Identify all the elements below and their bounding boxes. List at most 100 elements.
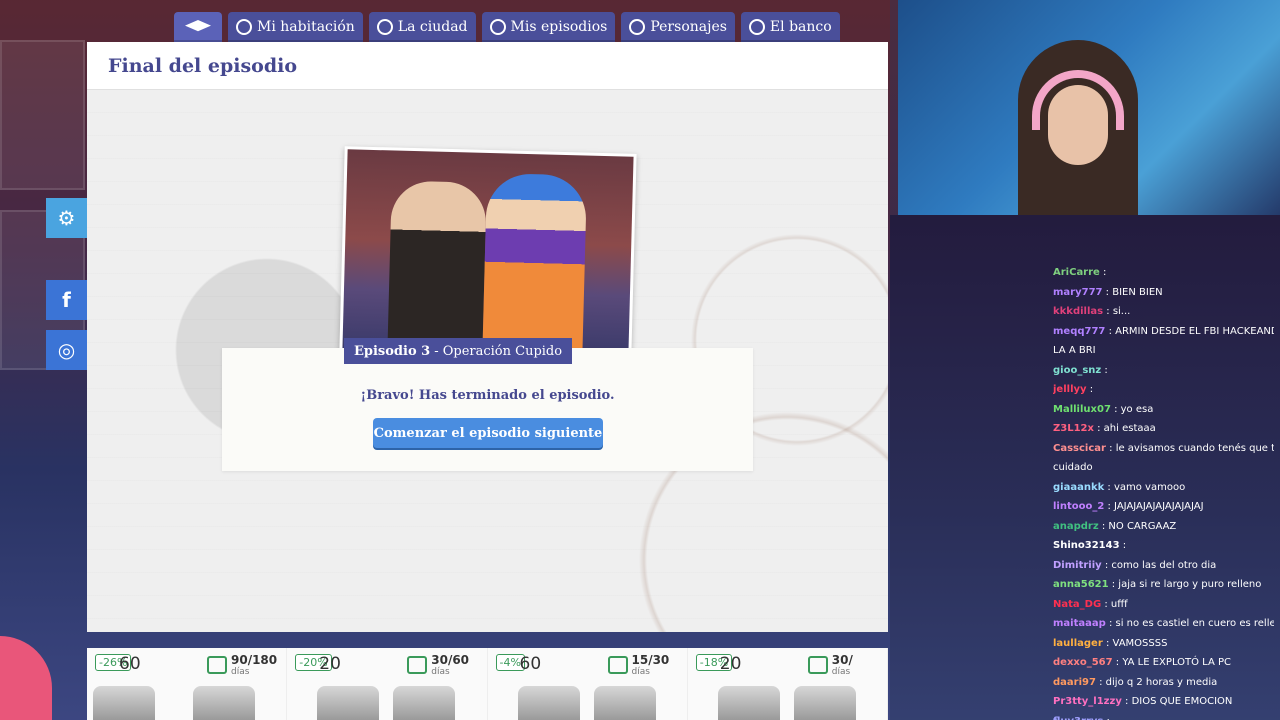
nav-label: La ciudad [397,19,468,35]
character-blue-hair [482,172,588,356]
stream-chat: AriCarre : mary777 : BIEN BIEN kkkdillas … [890,215,1280,720]
page-title: Final del episodio [108,54,298,77]
chat-username[interactable]: meqq777 [1053,326,1105,337]
chat-text: : YA LE EXPLOTÓ LA PC [1112,657,1232,668]
product-jar [517,686,580,720]
chat-username[interactable]: daari97 [1053,677,1096,688]
streamer-face [1048,85,1108,165]
chat-message: Mallilux07 : yo esa [1053,400,1274,420]
chat-message: fluv3rrys : [1053,712,1274,720]
chat-username[interactable]: Mallilux07 [1053,404,1111,415]
chat-username[interactable]: anna5621 [1053,579,1109,590]
shop-item[interactable]: -4% 60 15/30 días [487,648,688,720]
days-counter: 90/180 días [231,654,277,678]
calendar-heart-icon [807,656,828,674]
product-jar [717,686,780,720]
nav-characters[interactable]: Personajes [621,12,735,42]
chat-username[interactable]: dexxo_567 [1053,657,1113,668]
episode-artwork [342,149,634,356]
chat-message: kkkdillas : si... [1053,302,1274,322]
character-dark-hair [387,180,487,356]
price: 60 [119,654,141,674]
chat-username[interactable]: Z3L12x [1053,423,1094,434]
chat-message: meqq777 : ARMIN DESDE EL FBI HACKEANDO [1053,322,1274,342]
instagram-button[interactable]: ◎ [46,330,87,370]
start-next-episode-button[interactable]: Comenzar el episodio siguiente [373,418,603,448]
chat-text: : JAJAJAJAJAJAJAJAJAJ [1104,501,1204,512]
product-jar [317,686,380,720]
coin-icon [748,19,765,35]
chat-username[interactable]: lintooo_2 [1053,501,1104,512]
chat-username[interactable]: gioo_snz [1053,365,1101,376]
chat-message: Dimitriiy : como las del otro dia [1053,556,1274,576]
chat-message: Casscicar : le avisamos cuando tenés que… [1053,439,1274,459]
days-value: 30/60 [431,653,470,667]
top-navigation: Mi habitación La ciudad Mis episodios Pe… [174,12,840,42]
chat-username[interactable]: fluv3rrys [1053,716,1103,720]
product-jar [393,686,456,720]
chat-text: : si no es castiel en cuero es relleno [1105,618,1274,629]
chat-username[interactable]: giaaankk [1053,482,1104,493]
shop-item[interactable]: -20% 20 30/60 días [287,648,488,720]
shop-strip: -26% 60 90/180 días -20% 20 30/60 días -4%… [87,648,888,720]
days-unit: días [431,667,450,677]
nav-my-room[interactable]: Mi habitación [228,12,363,42]
chat-username[interactable]: mary777 [1053,287,1103,298]
chat-message: mary777 : BIEN BIEN [1053,283,1274,303]
chat-text: : si... [1103,306,1131,317]
days-counter: 30/días [832,654,853,678]
chat-username[interactable]: jelllyy [1053,384,1087,395]
chat-message: Pr3tty_l1zzy : DIOS QUE EMOCION [1053,692,1274,712]
chat-username[interactable]: kkkdillas [1053,306,1103,317]
chat-text: : [1101,364,1108,376]
chat-text: : NO CARGAAZ [1098,520,1177,532]
product-jar [93,686,155,720]
nav-episodes[interactable]: Mis episodios [481,12,616,42]
chat-text: LA A BRI [1053,345,1096,356]
chat-message: dexxo_567 : YA LE EXPLOTÓ LA PC [1053,653,1274,673]
shop-item[interactable]: -18% 20 30/días [687,648,888,720]
product-jar [793,686,856,720]
chat-username[interactable]: Pr3tty_l1zzy [1053,696,1122,707]
completion-message: ¡Bravo! Has terminado el episodio. [360,388,615,403]
price: 60 [519,654,542,674]
chat-text: : como las del otro dia [1101,559,1217,571]
chat-username[interactable]: Casscicar [1053,443,1106,454]
chat-message: gioo_snz : [1053,361,1274,381]
chat-username[interactable]: Nata_DG [1053,599,1101,610]
episode-end-panel: Final del episodio Episodio 3 - Operació… [87,42,888,632]
chat-text: : le avisamos cuando tenés que tener [1109,442,1274,454]
chat-message: Nata_DG : ufff [1053,595,1274,615]
facebook-icon: f [62,288,71,312]
facebook-button[interactable]: f [46,280,87,320]
instagram-icon: ◎ [57,338,76,362]
chat-message: daari97 : dijo q 2 horas y media [1053,673,1274,693]
chat-text: : [1086,384,1094,395]
chat-username[interactable]: Dimitriiy [1053,560,1102,571]
days-counter: 30/60 días [431,654,469,678]
panel-body: Episodio 3 - Operación Cupido ¡Bravo! Ha… [87,90,888,632]
calendar-heart-icon [207,656,227,674]
chat-message: cuidado [1053,458,1274,478]
nav-bank[interactable]: El banco [740,12,840,42]
chat-username[interactable]: Shino32143 [1053,540,1120,551]
chat-username[interactable]: AriCarre [1053,267,1100,278]
room-icon [236,19,252,35]
home-button[interactable] [174,12,222,42]
chat-username[interactable]: maitaaap [1053,618,1106,629]
chat-username[interactable]: laullager [1053,638,1103,649]
chat-text: : [1099,267,1107,278]
calendar-heart-icon [607,656,628,674]
product-jar [593,686,656,720]
chat-text: : vamo vamooo [1104,481,1186,493]
chat-username[interactable]: anapdrz [1053,521,1099,532]
graduation-cap-icon [185,20,211,32]
nav-city[interactable]: La ciudad [368,12,476,42]
chat-message: LA A BRI [1053,341,1274,361]
shop-item[interactable]: -26% 60 90/180 días [87,648,288,720]
product-jar [193,686,255,720]
days-value: 30/ [831,653,853,667]
settings-button[interactable]: ⚙ [46,198,87,238]
chat-text: : DIOS QUE EMOCION [1121,696,1233,707]
price: 20 [719,654,742,674]
